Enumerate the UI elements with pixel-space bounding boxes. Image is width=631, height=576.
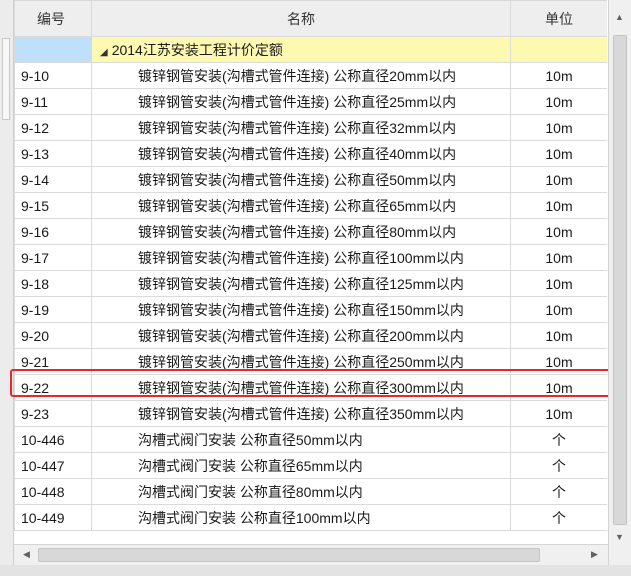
table-row[interactable]: 9-14 镀锌钢管安装(沟槽式管件连接) 公称直径50mm以内 10m	[14, 166, 607, 193]
vertical-scrollbar[interactable]: ▲ ▼	[608, 0, 631, 565]
cell-name[interactable]: 镀锌钢管安装(沟槽式管件连接) 公称直径125mm以内	[91, 270, 511, 297]
group-name-cell[interactable]: ◢ 2014江苏安装工程计价定额	[91, 36, 511, 63]
table-row[interactable]: 10-449 沟槽式阀门安装 公称直径100mm以内个	[14, 504, 607, 531]
cell-code[interactable]: 9-18	[14, 270, 92, 297]
cell-name[interactable]: 镀锌钢管安装(沟槽式管件连接) 公称直径100mm以内	[91, 244, 511, 271]
cell-name[interactable]: 镀锌钢管安装(沟槽式管件连接) 公称直径150mm以内	[91, 296, 511, 323]
expand-triangle-icon[interactable]: ◢	[100, 47, 108, 58]
cell-unit[interactable]: 10m	[510, 192, 607, 219]
cell-name[interactable]: 镀锌钢管安装(沟槽式管件连接) 公称直径32mm以内	[91, 114, 511, 141]
cell-code[interactable]: 9-22	[14, 374, 92, 401]
cell-name[interactable]: 沟槽式阀门安装 公称直径100mm以内	[91, 504, 511, 531]
cell-code[interactable]: 9-10	[14, 62, 92, 89]
cell-name[interactable]: 镀锌钢管安装(沟槽式管件连接) 公称直径200mm以内	[91, 322, 511, 349]
cell-unit[interactable]: 10m	[510, 348, 607, 375]
cell-code[interactable]: 9-23	[14, 400, 92, 427]
cell-code[interactable]: 9-14	[14, 166, 92, 193]
cell-code[interactable]: 9-16	[14, 218, 92, 245]
quota-table: 编号 名称 单位 ◢ 2014江苏安装工程计价定额 9-10 镀锌钢管安装(沟槽式管…	[14, 0, 607, 543]
group-label: 2014江苏安装工程计价定额	[111, 41, 283, 58]
cell-unit[interactable]: 10m	[510, 114, 607, 141]
cell-code[interactable]: 9-15	[14, 192, 92, 219]
left-panel-sash[interactable]	[2, 38, 10, 120]
cell-unit[interactable]: 个	[510, 478, 607, 505]
table-row[interactable]: 9-11 镀锌钢管安装(沟槽式管件连接) 公称直径25mm以内 10m	[14, 88, 607, 115]
cell-name[interactable]: 镀锌钢管安装(沟槽式管件连接) 公称直径350mm以内	[91, 400, 511, 427]
scroll-down-arrow-icon[interactable]: ▼	[611, 528, 628, 545]
cell-code[interactable]: 10-449	[14, 504, 92, 531]
scroll-up-arrow-icon[interactable]: ▲	[611, 8, 628, 25]
cell-code[interactable]: 9-20	[14, 322, 92, 349]
table-row[interactable]: 9-10 镀锌钢管安装(沟槽式管件连接) 公称直径20mm以内 10m	[14, 62, 607, 89]
cell-unit[interactable]: 10m	[510, 218, 607, 245]
vertical-scroll-thumb[interactable]	[613, 35, 627, 525]
cell-code[interactable]: 9-11	[14, 88, 92, 115]
horizontal-scroll-thumb[interactable]	[38, 548, 540, 562]
cell-code[interactable]: 9-13	[14, 140, 92, 167]
cell-unit[interactable]: 10m	[510, 166, 607, 193]
cell-unit[interactable]: 个	[510, 452, 607, 479]
table-row[interactable]: 9-16 镀锌钢管安装(沟槽式管件连接) 公称直径80mm以内 10m	[14, 218, 607, 245]
cell-name[interactable]: 镀锌钢管安装(沟槽式管件连接) 公称直径80mm以内	[91, 218, 511, 245]
left-panel-gutter[interactable]	[0, 0, 14, 565]
table-row[interactable]: 9-15 镀锌钢管安装(沟槽式管件连接) 公称直径65mm以内 10m	[14, 192, 607, 219]
cell-unit[interactable]: 10m	[510, 296, 607, 323]
cell-name[interactable]: 镀锌钢管安装(沟槽式管件连接) 公称直径40mm以内	[91, 140, 511, 167]
cell-unit[interactable]: 10m	[510, 244, 607, 271]
table-row[interactable]: 9-20 镀锌钢管安装(沟槽式管件连接) 公称直径200mm以内 10m	[14, 322, 607, 349]
table-row[interactable]: 10-447 沟槽式阀门安装 公称直径65mm以内个	[14, 452, 607, 479]
cell-code[interactable]: 10-446	[14, 426, 92, 453]
cell-unit[interactable]: 10m	[510, 322, 607, 349]
cell-unit[interactable]: 个	[510, 504, 607, 531]
cell-unit[interactable]: 10m	[510, 270, 607, 297]
cell-name[interactable]: 镀锌钢管安装(沟槽式管件连接) 公称直径25mm以内	[91, 88, 511, 115]
cell-unit[interactable]: 10m	[510, 374, 607, 401]
bottom-border	[0, 565, 631, 576]
table-row[interactable]: 9-21 镀锌钢管安装(沟槽式管件连接) 公称直径250mm以内 10m	[14, 348, 607, 375]
group-unit-cell[interactable]	[510, 36, 607, 63]
table-row[interactable]: 10-446 沟槽式阀门安装 公称直径50mm以内个	[14, 426, 607, 453]
cell-code[interactable]: 9-19	[14, 296, 92, 323]
cell-unit[interactable]: 10m	[510, 62, 607, 89]
cell-name[interactable]: 沟槽式阀门安装 公称直径50mm以内	[91, 426, 511, 453]
cell-code[interactable]: 9-21	[14, 348, 92, 375]
table-row[interactable]: 9-23 镀锌钢管安装(沟槽式管件连接) 公称直径350mm以内 10m	[14, 400, 607, 427]
table-row[interactable]: 9-13 镀锌钢管安装(沟槽式管件连接) 公称直径40mm以内 10m	[14, 140, 607, 167]
table-row[interactable]: 9-18 镀锌钢管安装(沟槽式管件连接) 公称直径125mm以内 10m	[14, 270, 607, 297]
cell-code[interactable]: 9-17	[14, 244, 92, 271]
cell-code[interactable]: 9-12	[14, 114, 92, 141]
cell-name[interactable]: 镀锌钢管安装(沟槽式管件连接) 公称直径65mm以内	[91, 192, 511, 219]
cell-unit[interactable]: 10m	[510, 140, 607, 167]
scroll-left-arrow-icon[interactable]: ◀	[18, 546, 35, 563]
table-row[interactable]: 9-22 镀锌钢管安装(沟槽式管件连接) 公称直径300mm以内 10m	[14, 374, 607, 401]
cell-name[interactable]: 沟槽式阀门安装 公称直径80mm以内	[91, 478, 511, 505]
group-row[interactable]: ◢ 2014江苏安装工程计价定额	[14, 36, 607, 63]
table-row[interactable]: 9-12 镀锌钢管安装(沟槽式管件连接) 公称直径32mm以内 10m	[14, 114, 607, 141]
table-row[interactable]: 9-17 镀锌钢管安装(沟槽式管件连接) 公称直径100mm以内 10m	[14, 244, 607, 271]
cell-unit[interactable]: 10m	[510, 400, 607, 427]
column-header-unit[interactable]: 单位	[510, 0, 607, 37]
scroll-right-arrow-icon[interactable]: ▶	[586, 546, 603, 563]
cell-name[interactable]: 镀锌钢管安装(沟槽式管件连接) 公称直径300mm以内	[91, 374, 511, 401]
cell-unit[interactable]: 个	[510, 426, 607, 453]
table-row[interactable]: 10-448 沟槽式阀门安装 公称直径80mm以内个	[14, 478, 607, 505]
column-header-name[interactable]: 名称	[91, 0, 511, 37]
cell-code[interactable]: 10-447	[14, 452, 92, 479]
horizontal-scrollbar[interactable]: ◀ ▶	[14, 544, 608, 565]
cell-name[interactable]: 镀锌钢管安装(沟槽式管件连接) 公称直径250mm以内	[91, 348, 511, 375]
cell-name[interactable]: 镀锌钢管安装(沟槽式管件连接) 公称直径50mm以内	[91, 166, 511, 193]
table-row[interactable]: 9-19 镀锌钢管安装(沟槽式管件连接) 公称直径150mm以内 10m	[14, 296, 607, 323]
group-code-cell[interactable]	[14, 36, 92, 63]
table-header-row: 编号 名称 单位	[14, 0, 607, 37]
cell-name[interactable]: 镀锌钢管安装(沟槽式管件连接) 公称直径20mm以内	[91, 62, 511, 89]
column-header-code[interactable]: 编号	[14, 0, 92, 37]
cell-unit[interactable]: 10m	[510, 88, 607, 115]
cell-code[interactable]: 10-448	[14, 478, 92, 505]
cell-name[interactable]: 沟槽式阀门安装 公称直径65mm以内	[91, 452, 511, 479]
